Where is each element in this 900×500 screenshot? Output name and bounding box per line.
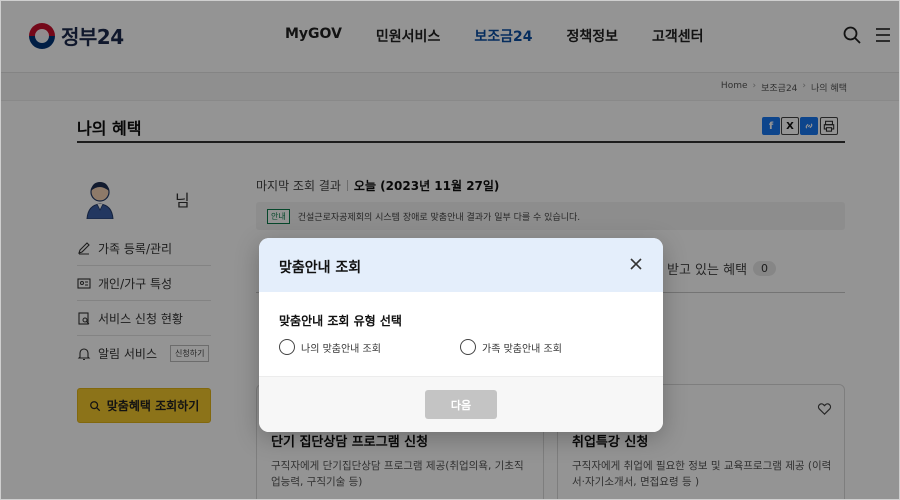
radio-my-guide[interactable]: 나의 맞춤안내 조회 [279,339,381,355]
radio-label: 가족 맞춤안내 조회 [482,343,562,355]
modal-title: 맞춤안내 조회 [279,260,362,276]
radio-button[interactable] [460,339,476,355]
next-button[interactable]: 다음 [425,390,497,419]
close-icon[interactable] [629,257,643,271]
modal-footer: 다음 [259,376,663,432]
custom-guide-modal: 맞춤안내 조회 맞춤안내 조회 유형 선택 나의 맞춤안내 조회 가족 맞춤안내… [259,238,663,432]
radio-family-guide[interactable]: 가족 맞춤안내 조회 [460,339,562,355]
radio-button[interactable] [279,339,295,355]
radio-label: 나의 맞춤안내 조회 [301,343,381,355]
modal-header: 맞춤안내 조회 [259,238,663,292]
page-frame: 정부24 MyGOV 민원서비스 보조금24 정책정보 고객센터 Home › … [0,0,900,500]
modal-subtitle: 맞춤안내 조회 유형 선택 [279,314,402,328]
